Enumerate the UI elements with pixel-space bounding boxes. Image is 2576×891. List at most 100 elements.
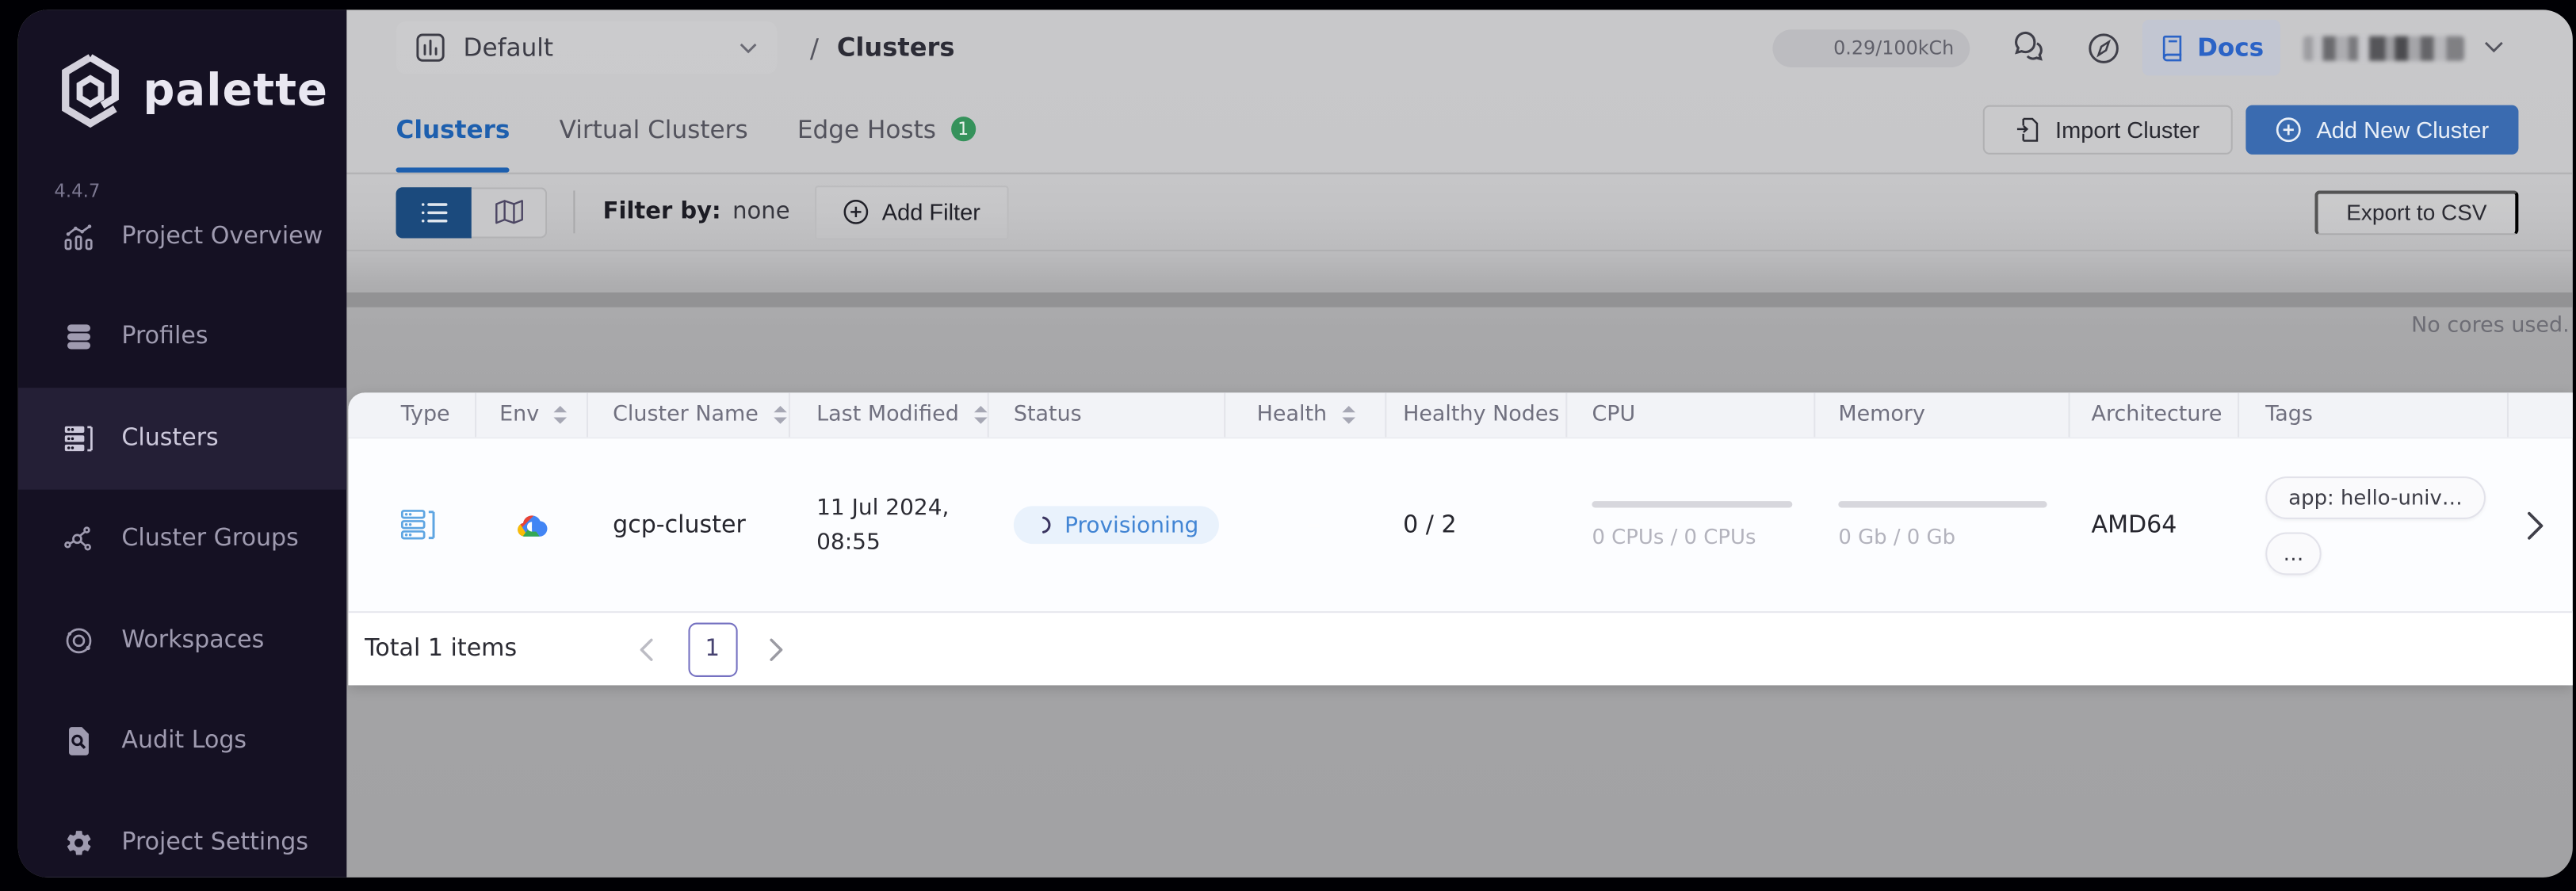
toolbar-divider bbox=[573, 190, 575, 233]
usage-credits-badge: 0.29/100kCh bbox=[1773, 29, 1970, 67]
filter-by-label: Filter by: bbox=[603, 199, 721, 225]
add-filter-label: Add Filter bbox=[882, 199, 980, 225]
sidebar-item-label: Project Overview bbox=[121, 223, 323, 249]
list-view-icon bbox=[420, 200, 448, 224]
gear-icon bbox=[64, 828, 94, 857]
brand-name: palette bbox=[143, 65, 328, 116]
tab-virtual-clusters[interactable]: Virtual Clusters bbox=[560, 85, 748, 174]
export-csv-label: Export to CSV bbox=[2346, 201, 2486, 225]
table-footer: Total 1 items 1 bbox=[348, 611, 2572, 685]
sort-icon bbox=[773, 406, 786, 424]
add-new-cluster-button[interactable]: Add New Cluster bbox=[2245, 105, 2518, 154]
gcp-icon bbox=[514, 512, 549, 538]
filter-bar: Filter by: none Add Filter Export to CSV bbox=[346, 174, 2573, 251]
sidebar-item-project-overview[interactable]: Project Overview bbox=[18, 185, 347, 286]
column-header-status: Status bbox=[989, 392, 1225, 437]
tab-edge-hosts[interactable]: Edge Hosts 1 bbox=[797, 85, 976, 174]
sidebar-menu: Project Overview Profiles Clusters bbox=[18, 185, 347, 878]
tabs-bar: Clusters Virtual Clusters Edge Hosts 1 bbox=[346, 86, 2573, 174]
tag-overflow-pill[interactable]: … bbox=[2265, 532, 2321, 575]
cell-cluster-name[interactable]: gcp-cluster bbox=[588, 512, 790, 538]
chevron-right-icon bbox=[768, 637, 783, 661]
cpu-usage-label: 0 CPUs / 0 CPUs bbox=[1592, 524, 1815, 549]
sort-icon bbox=[554, 406, 568, 424]
palette-logo-icon bbox=[59, 52, 122, 128]
plus-circle-icon bbox=[843, 199, 869, 225]
cell-last-modified: 11 Jul 2024, 08:55 bbox=[790, 491, 989, 560]
cell-type bbox=[348, 510, 476, 541]
cluster-servers-icon bbox=[401, 510, 438, 541]
top-bar: Default / Clusters 0.29/100kCh bbox=[346, 10, 2573, 85]
chevron-right-icon[interactable] bbox=[2527, 511, 2573, 540]
explore-button[interactable] bbox=[2085, 29, 2123, 67]
compass-icon bbox=[2085, 29, 2123, 67]
edge-hosts-count-badge: 1 bbox=[951, 117, 976, 141]
chevron-down-icon[interactable] bbox=[2484, 41, 2504, 55]
total-items-label: Total 1 items bbox=[365, 636, 517, 662]
import-cluster-label: Import Cluster bbox=[2055, 116, 2200, 142]
no-cores-note: No cores used. bbox=[2411, 314, 2570, 338]
clusters-table-card: Type Env Cluster Name Last Modified Stat… bbox=[348, 392, 2572, 685]
pagination-prev-button[interactable] bbox=[639, 637, 654, 661]
add-new-cluster-label: Add New Cluster bbox=[2316, 116, 2489, 142]
sidebar-item-clusters[interactable]: Clusters bbox=[18, 388, 347, 488]
sort-icon bbox=[973, 406, 987, 424]
column-header-health[interactable]: Health bbox=[1225, 392, 1386, 437]
sidebar-item-audit-logs[interactable]: Audit Logs bbox=[18, 691, 347, 792]
screen: palette 4.4.7 Project Overview Profiles bbox=[0, 0, 2576, 891]
docs-button[interactable]: Docs bbox=[2143, 20, 2280, 75]
tab-label: Virtual Clusters bbox=[560, 114, 748, 143]
network-icon bbox=[64, 525, 94, 554]
sidebar-item-label: Project Settings bbox=[121, 829, 308, 855]
column-header-cluster-name[interactable]: Cluster Name bbox=[588, 392, 790, 437]
sidebar-item-profiles[interactable]: Profiles bbox=[18, 287, 347, 388]
column-header-last-modified[interactable]: Last Modified bbox=[790, 392, 989, 437]
import-cluster-button[interactable]: Import Cluster bbox=[1983, 105, 2233, 154]
cell-cpu: 0 CPUs / 0 CPUs bbox=[1567, 501, 1815, 549]
column-header-actions bbox=[2509, 392, 2573, 437]
memory-usage-label: 0 Gb / 0 Gb bbox=[1838, 524, 2070, 549]
user-account-menu[interactable] bbox=[2303, 36, 2464, 60]
book-icon bbox=[2159, 33, 2185, 61]
tab-clusters[interactable]: Clusters bbox=[396, 85, 510, 174]
list-view-button[interactable] bbox=[396, 186, 472, 237]
column-header-env[interactable]: Env bbox=[476, 392, 588, 437]
table-row[interactable]: gcp-cluster 11 Jul 2024, 08:55 Provisio bbox=[348, 438, 2572, 611]
cell-architecture: AMD64 bbox=[2070, 512, 2239, 538]
last-modified-time: 08:55 bbox=[816, 525, 989, 560]
cell-env bbox=[476, 512, 588, 538]
topbar-right: 0.29/100kCh bbox=[1773, 20, 2503, 75]
sidebar-item-cluster-groups[interactable]: Cluster Groups bbox=[18, 489, 347, 590]
map-view-icon bbox=[494, 199, 523, 225]
import-file-icon bbox=[2016, 116, 2040, 142]
breadcrumb-current[interactable]: Clusters bbox=[837, 33, 955, 62]
project-selector[interactable]: Default bbox=[396, 21, 778, 74]
cell-status: Provisioning bbox=[989, 506, 1225, 544]
pagination-page-1[interactable]: 1 bbox=[688, 622, 737, 676]
sidebar-item-project-settings[interactable]: Project Settings bbox=[18, 792, 347, 878]
column-header-architecture: Architecture bbox=[2070, 392, 2239, 437]
analytics-icon bbox=[64, 221, 94, 250]
sidebar: palette 4.4.7 Project Overview Profiles bbox=[18, 10, 347, 877]
cell-memory: 0 Gb / 0 Gb bbox=[1815, 501, 2070, 549]
brand-logo: palette bbox=[59, 52, 328, 128]
sidebar-item-label: Workspaces bbox=[121, 627, 264, 653]
table-header: Type Env Cluster Name Last Modified Stat… bbox=[348, 392, 2572, 438]
docs-label: Docs bbox=[2197, 33, 2264, 62]
cell-health bbox=[1225, 512, 1386, 538]
map-view-button[interactable] bbox=[472, 186, 547, 237]
cell-actions bbox=[2509, 511, 2573, 540]
chat-button[interactable] bbox=[2010, 29, 2050, 66]
export-csv-button[interactable]: Export to CSV bbox=[2314, 189, 2518, 234]
sidebar-item-workspaces[interactable]: Workspaces bbox=[18, 590, 347, 690]
add-filter-button[interactable]: Add Filter bbox=[815, 185, 1009, 239]
app-window: palette 4.4.7 Project Overview Profiles bbox=[18, 10, 2573, 877]
tag-pill[interactable]: app: hello-univ… bbox=[2265, 476, 2486, 518]
cpu-usage-bar bbox=[1592, 501, 1792, 507]
tab-label: Edge Hosts bbox=[797, 114, 936, 143]
spinner-icon bbox=[1034, 514, 1053, 536]
column-header-tags: Tags bbox=[2239, 392, 2509, 437]
bar-chart-icon bbox=[415, 33, 445, 62]
pagination-next-button[interactable] bbox=[768, 637, 783, 661]
usage-meter-bar bbox=[346, 293, 2573, 308]
